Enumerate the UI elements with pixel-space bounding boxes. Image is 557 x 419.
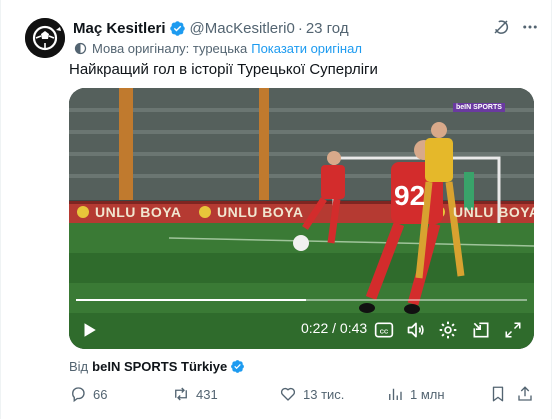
pip-button[interactable] [469, 318, 493, 342]
column-border-left [0, 0, 1, 419]
show-original-link[interactable]: Показати оригінал [251, 41, 362, 56]
video-source: Від beIN SPORTS Türkiye [69, 357, 245, 375]
like-button[interactable]: 13 тис. [279, 385, 344, 403]
captions-button[interactable]: CC [372, 318, 396, 342]
reply-icon [69, 385, 87, 403]
settings-button[interactable] [436, 318, 460, 342]
source-prefix: Від [69, 358, 89, 374]
tweet-text: Найкращий гол в історії Турецької Суперл… [69, 61, 378, 78]
more-icon [523, 25, 537, 29]
channel-logo: beIN SPORTS [453, 103, 505, 112]
source-name[interactable]: beIN SPORTS Türkiye [92, 359, 227, 374]
video-player[interactable]: UNLU BOYA UNLU BOYA UNLU BOYA 92 beIN SP… [69, 88, 534, 349]
separator-dot: · [297, 19, 303, 37]
fullscreen-icon [505, 322, 521, 338]
tweet-header: Maç Kesitleri @MacKesitleri0 · 23 год [73, 18, 349, 38]
views-count: 1 млн [410, 386, 445, 402]
time-readout: 0:22 / 0:43 [301, 320, 367, 336]
repost-button[interactable]: 431 [172, 385, 218, 403]
reply-button[interactable]: 66 [69, 385, 107, 403]
more-button[interactable] [519, 16, 541, 38]
banner-text-left: UNLU BOYA [95, 204, 182, 220]
reply-count: 66 [93, 386, 108, 402]
progress-fill [76, 299, 306, 301]
captions-label: CC [380, 329, 389, 335]
column-border-right [551, 0, 552, 419]
duration: 0:43 [339, 320, 368, 336]
time-separator: / [328, 320, 340, 336]
translate-icon [73, 41, 88, 56]
avatar[interactable] [25, 18, 65, 58]
translation-note: Мова оригіналу: турецька Показати оригін… [73, 39, 362, 57]
share-button[interactable] [516, 385, 540, 403]
views-icon [386, 385, 404, 403]
author-handle[interactable]: @MacKesitleri0 [190, 20, 295, 37]
grok-icon [494, 20, 509, 34]
source-verified-badge-icon [230, 359, 245, 374]
play-icon [84, 323, 96, 337]
repost-count: 431 [196, 386, 218, 402]
repost-icon [172, 385, 190, 403]
bookmark-icon [489, 385, 507, 403]
tweet-actions: 66 431 13 тис. 1 млн [69, 385, 534, 405]
tweet-time[interactable]: 23 год [306, 20, 349, 37]
volume-button[interactable] [404, 318, 428, 342]
jersey-number: 92 [394, 180, 426, 211]
banner-text-right: UNLU BOYA [217, 204, 304, 220]
translation-label: Мова оригіналу: турецька [92, 40, 248, 56]
like-icon [279, 385, 297, 403]
views-button[interactable]: 1 млн [386, 385, 445, 403]
verified-badge-icon[interactable] [169, 20, 186, 37]
settings-icon [439, 321, 457, 339]
bookmark-button[interactable] [489, 385, 513, 403]
fullscreen-button[interactable] [501, 318, 525, 342]
author-name[interactable]: Maç Kesitleri [73, 20, 166, 37]
banner-text-far: UNLU BOYA [453, 204, 534, 220]
avatar-logo-icon [25, 18, 65, 58]
current-time: 0:22 [301, 320, 329, 336]
like-count: 13 тис. [303, 386, 345, 402]
grok-button[interactable] [490, 16, 512, 38]
share-icon [516, 385, 534, 403]
progress-bar[interactable] [76, 299, 527, 301]
play-button[interactable] [77, 318, 101, 342]
volume-icon [407, 322, 424, 338]
pip-icon [473, 322, 489, 338]
captions-icon: CC [374, 322, 394, 338]
